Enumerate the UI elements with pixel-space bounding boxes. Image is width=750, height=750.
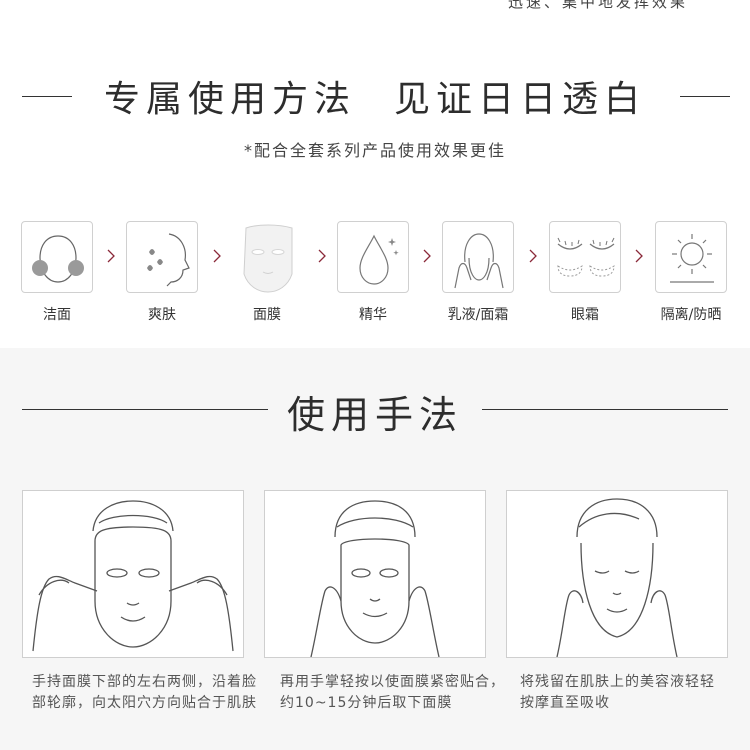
step-label-mask: 面膜 <box>253 307 281 323</box>
instruction-1: 手持面膜下部的左右两侧，沿着脸部轮廓，向太阳穴方向贴合于肌肤 <box>32 674 257 711</box>
cream-face-icon <box>454 233 504 289</box>
step-label-cleanse: 洁面 <box>43 307 71 323</box>
chevron-right-icon <box>422 248 432 264</box>
chevron-right-icon <box>106 248 116 264</box>
sheet-mask-icon <box>243 224 293 293</box>
step-cleanse <box>21 221 93 293</box>
chevron-right-icon <box>528 248 538 264</box>
step-serum <box>337 221 409 293</box>
step-sunscreen <box>655 221 727 293</box>
step-eye-cream <box>549 221 621 293</box>
eye-cream-icon <box>557 237 615 277</box>
step-label-toner: 爽肤 <box>148 307 176 323</box>
step-toner <box>126 221 198 293</box>
instruction-2: 再用手掌轻按以使面膜紧密贴合，约10~15分钟后取下面膜 <box>280 674 505 711</box>
series-note: *配合全套系列产品使用效果更佳 <box>243 141 506 160</box>
face-mask-hands-illustration <box>32 500 234 652</box>
step-label-sunscreen: 隔离/防晒 <box>660 307 722 323</box>
top-cut-text: 迅速、集中地发挥效果 <box>508 0 689 11</box>
headline-usage: 使用手法 <box>286 393 463 437</box>
instruction-3: 将残留在肌肤上的美容液轻轻按摩直至吸收 <box>520 674 715 711</box>
usage-panel-1 <box>22 490 244 658</box>
step-label-eye-cream: 眼霜 <box>571 307 599 323</box>
step-label-cream: 乳液/面霜 <box>447 307 509 323</box>
usage-panel-3 <box>506 490 728 658</box>
chevron-right-icon <box>317 248 327 264</box>
face-press-illustration <box>310 500 440 657</box>
headline-method-left: 专属使用方法 <box>103 79 356 120</box>
toner-face-icon <box>147 233 190 287</box>
face-massage-illustration <box>556 498 678 657</box>
headline-method-right: 见证日日透白 <box>394 79 647 120</box>
usage-panel-2 <box>264 490 486 658</box>
sun-icon <box>670 234 714 283</box>
face-cleanse-icon <box>32 235 84 283</box>
step-label-serum: 精华 <box>359 307 387 323</box>
chevron-right-icon <box>634 248 644 264</box>
step-cream <box>442 221 514 293</box>
chevron-right-icon <box>212 248 222 264</box>
headline-method: 专属使用方法 见证日日透白 <box>0 70 750 122</box>
serum-drop-icon <box>359 234 399 285</box>
step-mask <box>231 221 303 293</box>
